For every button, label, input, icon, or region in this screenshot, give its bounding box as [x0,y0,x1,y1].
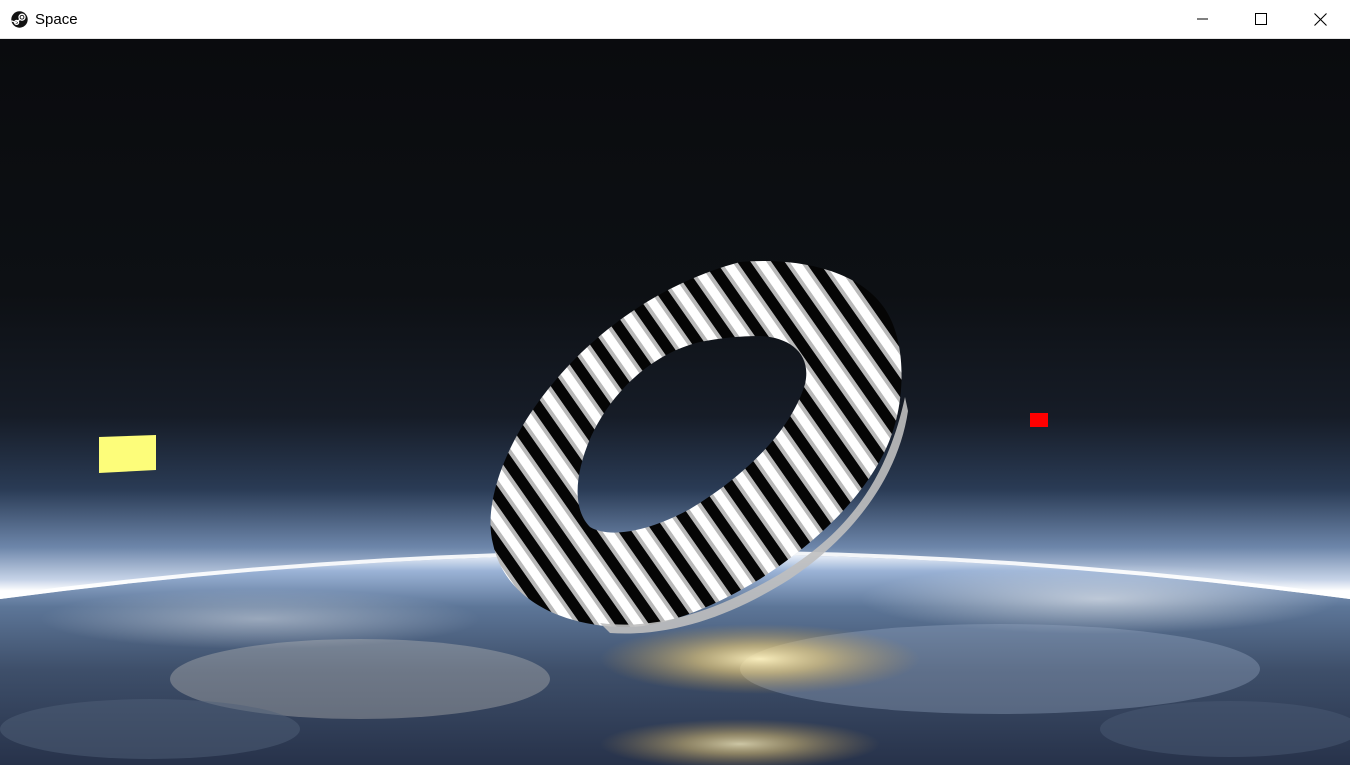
maximize-button[interactable] [1232,0,1290,38]
space-scene [0,39,1350,765]
minimize-button[interactable] [1174,0,1232,38]
minimize-icon [1197,18,1208,20]
yellow-cube [99,435,156,473]
window-title: Space [35,11,78,28]
steam-icon [11,11,28,28]
close-button[interactable] [1291,0,1349,38]
app-window: Space [0,0,1350,765]
title-bar[interactable]: Space [0,0,1350,39]
maximize-icon [1255,13,1267,25]
red-cube [1030,413,1048,427]
3d-viewport[interactable] [0,39,1350,765]
close-icon [1313,12,1327,26]
